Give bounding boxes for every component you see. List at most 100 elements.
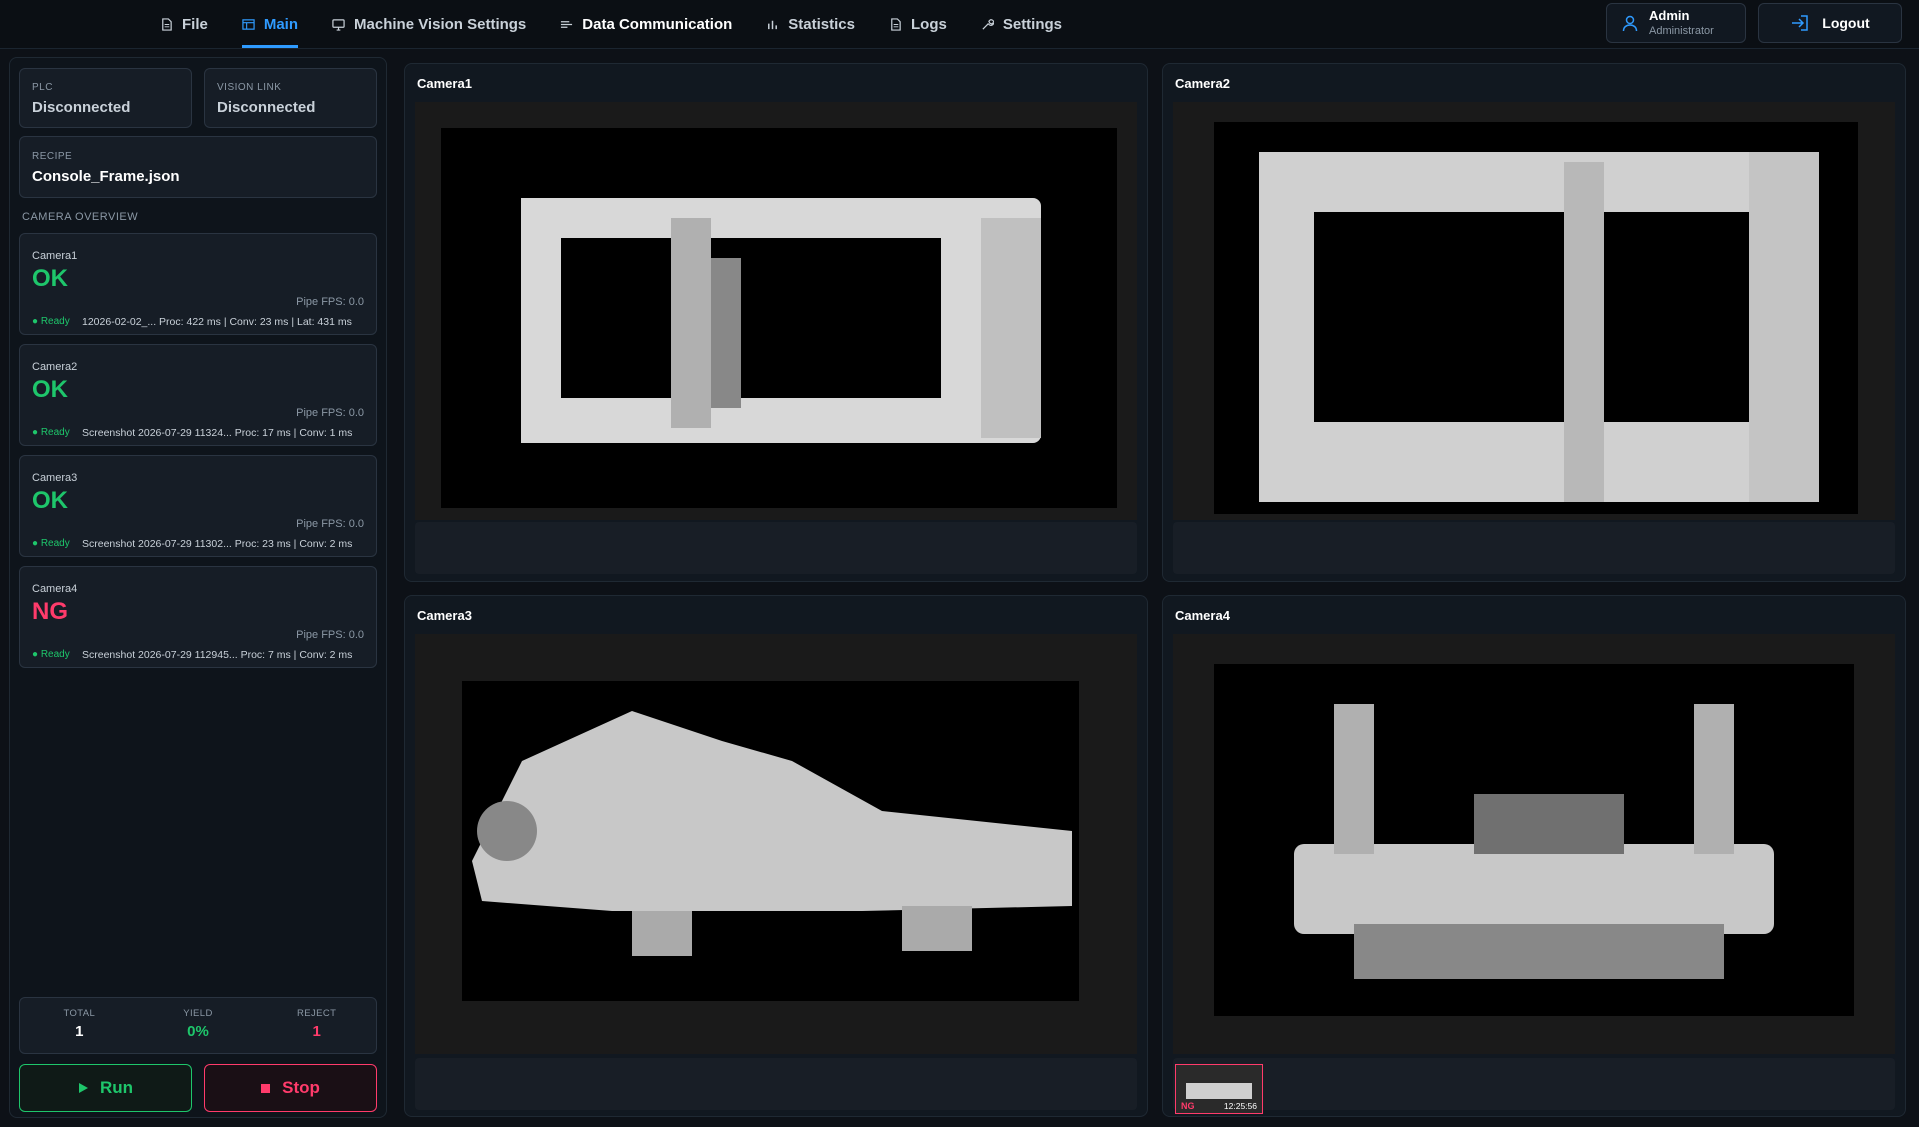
nav-label: Main xyxy=(263,15,299,33)
nav-label: Statistics xyxy=(788,15,855,33)
nav-file[interactable]: File xyxy=(160,0,208,48)
camera-image xyxy=(1214,664,1854,1016)
camera-panel-3: Camera3 xyxy=(404,595,1148,1117)
camera-card-3[interactable]: Camera3 OK Pipe FPS: 0.0 ● Ready Screens… xyxy=(19,455,377,557)
run-button[interactable]: Run xyxy=(19,1064,192,1112)
camera-card-1[interactable]: Camera1 OK Pipe FPS: 0.0 ● Ready 12026-0… xyxy=(19,233,377,335)
panel-title: Camera2 xyxy=(1175,76,1230,91)
nav-label: Machine Vision Settings xyxy=(354,15,527,33)
camera-overview-title: CAMERA OVERVIEW xyxy=(22,211,139,223)
nav-statistics[interactable]: Statistics xyxy=(766,0,855,48)
vision-link-label: VISION LINK xyxy=(217,82,282,93)
stat-value: 0% xyxy=(187,1023,209,1040)
thumbnail-result: NG xyxy=(1181,1101,1195,1111)
top-nav-bar: File Main Machine Vision Settings Data C… xyxy=(0,0,1919,49)
plc-label: PLC xyxy=(32,82,53,93)
nav-label: Settings xyxy=(1002,15,1063,33)
user-role: Administrator xyxy=(1649,25,1714,37)
nav-label: Logs xyxy=(911,15,947,33)
logout-label: Logout xyxy=(1822,15,1870,31)
camera-info: Screenshot 2026-07-29 11324... Proc: 17 … xyxy=(82,427,353,439)
camera-view[interactable] xyxy=(415,634,1137,1054)
result-history-strip xyxy=(415,522,1137,574)
history-thumbnail[interactable]: NG 12:25:56 xyxy=(1175,1064,1263,1114)
camera-ready-status: ● Ready xyxy=(32,538,70,549)
stat-label: YIELD xyxy=(183,1008,213,1019)
camera-panel-4: Camera4 NG 12:25:56 xyxy=(1162,595,1906,1117)
stat-value: 1 xyxy=(75,1023,84,1040)
nav-main[interactable]: Main xyxy=(241,0,299,48)
monitor-icon xyxy=(332,18,345,31)
plc-status-value: Disconnected xyxy=(32,99,131,116)
panel-title: Camera1 xyxy=(417,76,472,91)
nav-logs[interactable]: Logs xyxy=(889,0,947,48)
vision-link-status-card: VISION LINK Disconnected xyxy=(204,68,377,128)
data-icon xyxy=(561,20,573,28)
camera-card-2[interactable]: Camera2 OK Pipe FPS: 0.0 ● Ready Screens… xyxy=(19,344,377,446)
stat-label: TOTAL xyxy=(63,1008,96,1019)
camera-view[interactable] xyxy=(1173,102,1895,520)
camera-result: OK xyxy=(32,265,68,292)
thumbnail-time: 12:25:56 xyxy=(1223,1101,1257,1111)
recipe-label: RECIPE xyxy=(32,151,73,162)
camera-card-4[interactable]: Camera4 NG Pipe FPS: 0.0 ● Ready Screens… xyxy=(19,566,377,668)
camera-info: 12026-02-02_... Proc: 422 ms | Conv: 23 … xyxy=(82,316,352,328)
recipe-value: Console_Frame.json xyxy=(32,168,180,185)
logout-icon xyxy=(1792,15,1809,31)
recipe-card[interactable]: RECIPE Console_Frame.json xyxy=(19,136,377,198)
file-icon xyxy=(162,17,172,31)
camera-view[interactable] xyxy=(1173,634,1895,1054)
result-history-strip: NG 12:25:56 xyxy=(1173,1058,1895,1114)
stop-icon xyxy=(261,1083,271,1093)
nav-label: File xyxy=(182,15,208,33)
camera-result: OK xyxy=(32,487,68,514)
stat-reject: REJECT 1 xyxy=(257,998,376,1053)
logout-button[interactable]: Logout xyxy=(1758,3,1902,43)
camera-result: NG xyxy=(32,598,68,625)
nav-settings[interactable]: Settings xyxy=(981,0,1062,48)
production-stats: TOTAL 1 YIELD 0% REJECT 1 xyxy=(19,997,377,1054)
vision-link-status-value: Disconnected xyxy=(217,99,316,116)
user-name: Admin xyxy=(1649,8,1690,23)
camera-panel-2: Camera2 xyxy=(1162,63,1906,582)
camera-name: Camera2 xyxy=(32,361,78,373)
nav-data-communication[interactable]: Data Communication xyxy=(560,0,732,48)
camera-name: Camera4 xyxy=(32,583,78,595)
camera-info: Screenshot 2026-07-29 112945... Proc: 7 … xyxy=(82,649,353,661)
play-icon xyxy=(78,1083,88,1093)
stat-value: 1 xyxy=(312,1023,321,1040)
camera-image xyxy=(462,681,1079,1001)
camera-name: Camera3 xyxy=(32,472,78,484)
user-menu[interactable]: Admin Administrator xyxy=(1606,3,1746,43)
camera-ready-status: ● Ready xyxy=(32,649,70,660)
result-history-strip xyxy=(415,1058,1137,1110)
main-nav: File Main Machine Vision Settings Data C… xyxy=(160,0,1062,48)
panel-title: Camera4 xyxy=(1175,608,1230,623)
camera-fps: Pipe FPS: 0.0 xyxy=(296,518,364,530)
stop-label: Stop xyxy=(282,1078,320,1097)
panel-title: Camera3 xyxy=(417,608,472,623)
stat-total: TOTAL 1 xyxy=(20,998,139,1053)
plc-status-card: PLC Disconnected xyxy=(19,68,192,128)
camera-fps: Pipe FPS: 0.0 xyxy=(296,296,364,308)
camera-view[interactable] xyxy=(415,102,1137,520)
user-icon xyxy=(1622,15,1638,32)
sidebar: PLC Disconnected VISION LINK Disconnecte… xyxy=(9,57,387,1118)
camera-image xyxy=(1214,122,1858,514)
stat-label: REJECT xyxy=(297,1008,337,1019)
wrench-icon xyxy=(982,18,994,30)
stop-button[interactable]: Stop xyxy=(204,1064,377,1112)
camera-panel-1: Camera1 xyxy=(404,63,1148,582)
layout-icon xyxy=(242,18,255,30)
camera-name: Camera1 xyxy=(32,250,78,262)
nav-label: Data Communication xyxy=(582,15,733,33)
camera-fps: Pipe FPS: 0.0 xyxy=(296,629,364,641)
camera-result: OK xyxy=(32,376,68,403)
camera-fps: Pipe FPS: 0.0 xyxy=(296,407,364,419)
stat-yield: YIELD 0% xyxy=(139,998,258,1053)
nav-machine-vision-settings[interactable]: Machine Vision Settings xyxy=(332,0,526,48)
result-history-strip xyxy=(1173,522,1895,574)
camera-ready-status: ● Ready xyxy=(32,427,70,438)
bar-chart-icon xyxy=(768,20,778,29)
camera-ready-status: ● Ready xyxy=(32,316,70,327)
